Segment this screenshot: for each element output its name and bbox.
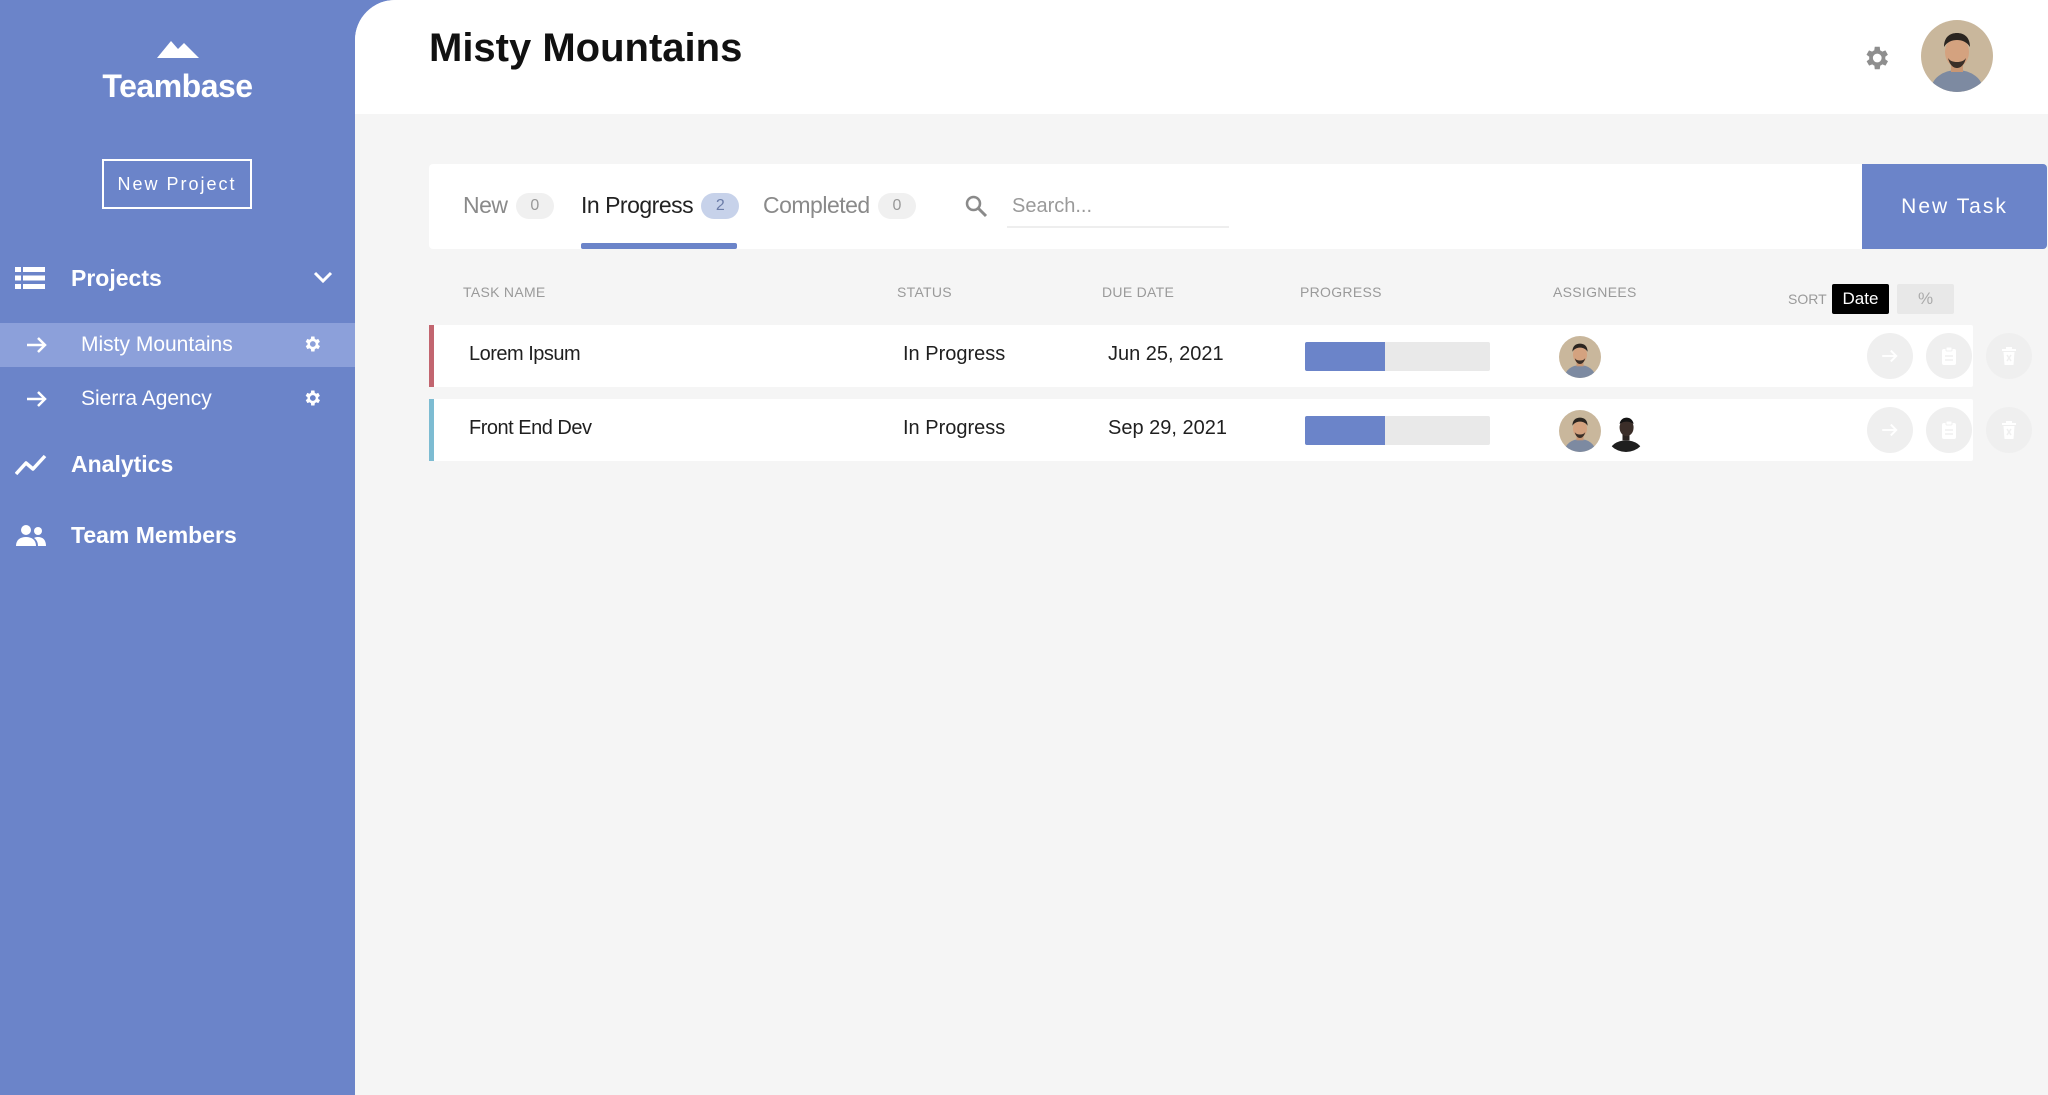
sidebar: Teambase New Project Projects Misty Moun…	[0, 0, 355, 1095]
arrow-right-icon	[27, 337, 47, 353]
avatar	[1921, 20, 1993, 92]
task-progress-bar	[1305, 342, 1490, 371]
sidebar-item-label: Misty Mountains	[81, 333, 233, 356]
task-due-date: Jun 25, 2021	[1108, 343, 1224, 365]
column-header-status: STATUS	[897, 284, 952, 300]
tab-label: In Progress	[581, 192, 694, 218]
sidebar-item-misty-mountains[interactable]: Misty Mountains	[0, 323, 355, 367]
avatar	[1559, 336, 1601, 378]
chevron-down-icon[interactable]	[313, 270, 333, 284]
tab-count-badge: 0	[877, 192, 916, 219]
mountain-logo-icon	[156, 41, 199, 58]
task-name: Front End Dev	[469, 417, 592, 439]
gear-icon[interactable]	[302, 388, 322, 408]
app-name: Teambase	[102, 68, 253, 104]
app-logo[interactable]: Teambase	[0, 36, 355, 105]
main-content: Misty Mountains New 0 In Progress 2 Comp…	[355, 0, 2048, 1095]
chart-line-icon	[15, 454, 47, 476]
gear-icon[interactable]	[1861, 43, 1891, 73]
nav-projects-label: Projects	[71, 264, 162, 291]
tab-count-badge: 2	[701, 192, 740, 219]
task-progress-fill	[1305, 416, 1385, 445]
task-due-date: Sep 29, 2021	[1108, 417, 1227, 439]
trash-icon	[2002, 421, 2016, 439]
tab-count-badge: 0	[515, 192, 554, 219]
task-progress-fill	[1305, 342, 1385, 371]
nav-team-members-label: Team Members	[71, 521, 237, 548]
tab-completed[interactable]: Completed 0	[763, 192, 916, 219]
nav-team-members[interactable]: Team Members	[0, 517, 355, 553]
sidebar-item-label: Sierra Agency	[81, 387, 212, 410]
user-avatar[interactable]	[1921, 20, 1993, 92]
table-row[interactable]: Lorem Ipsum In Progress Jun 25, 2021	[429, 325, 2032, 387]
nav-analytics-label: Analytics	[71, 450, 174, 477]
trash-icon	[2002, 347, 2016, 365]
new-project-button[interactable]: New Project	[102, 159, 252, 209]
list-icon	[15, 267, 45, 289]
nav-projects[interactable]: Projects	[0, 260, 355, 296]
task-name: Lorem Ipsum	[469, 343, 581, 365]
open-task-button[interactable]	[1867, 333, 1913, 379]
search-icon	[965, 195, 988, 218]
table-row[interactable]: Front End Dev In Progress Sep 29, 2021	[429, 399, 2032, 461]
task-color-stripe	[429, 325, 434, 387]
avatar	[1559, 410, 1601, 452]
sort-by-percent-button[interactable]: %	[1897, 284, 1954, 314]
tab-label: Completed	[763, 192, 870, 218]
column-header-progress: PROGRESS	[1300, 284, 1382, 300]
column-header-due-date: DUE DATE	[1102, 284, 1175, 300]
task-color-stripe	[429, 399, 434, 461]
open-task-button[interactable]	[1867, 407, 1913, 453]
sort-by-date-button[interactable]: Date	[1832, 284, 1889, 314]
assignee-avatar[interactable]	[1559, 410, 1601, 452]
arrow-right-icon	[1882, 423, 1898, 437]
top-bar: Misty Mountains	[355, 0, 2048, 114]
search-input[interactable]	[1007, 186, 1229, 228]
page-title: Misty Mountains	[429, 26, 743, 70]
assignee-avatar[interactable]	[1559, 336, 1601, 378]
task-details-button[interactable]	[1926, 333, 1972, 379]
delete-task-button[interactable]	[1986, 333, 2032, 379]
avatar	[1605, 410, 1647, 452]
delete-task-button[interactable]	[1986, 407, 2032, 453]
arrow-right-icon	[1882, 349, 1898, 363]
column-header-task-name: TASK NAME	[463, 284, 546, 300]
sort-label: SORT	[1788, 291, 1827, 307]
tab-new[interactable]: New 0	[463, 192, 554, 219]
active-tab-indicator	[581, 243, 737, 249]
column-header-assignees: ASSIGNEES	[1553, 284, 1637, 300]
task-tabs-bar: New 0 In Progress 2 Completed 0 New Task	[429, 164, 2047, 249]
tab-label: New	[463, 192, 508, 218]
gear-icon[interactable]	[302, 334, 322, 354]
task-details-button[interactable]	[1926, 407, 1972, 453]
tab-in-progress[interactable]: In Progress 2	[581, 192, 740, 219]
new-task-button[interactable]: New Task	[1862, 164, 2047, 249]
assignee-avatar[interactable]	[1605, 410, 1647, 452]
clipboard-icon	[1942, 346, 1956, 365]
clipboard-icon	[1942, 420, 1956, 439]
task-status: In Progress	[903, 343, 1006, 365]
sidebar-item-sierra-agency[interactable]: Sierra Agency	[0, 377, 355, 421]
arrow-right-icon	[27, 391, 47, 407]
nav-analytics[interactable]: Analytics	[0, 446, 355, 482]
task-status: In Progress	[903, 417, 1006, 439]
users-icon	[16, 525, 46, 546]
task-progress-bar	[1305, 416, 1490, 445]
